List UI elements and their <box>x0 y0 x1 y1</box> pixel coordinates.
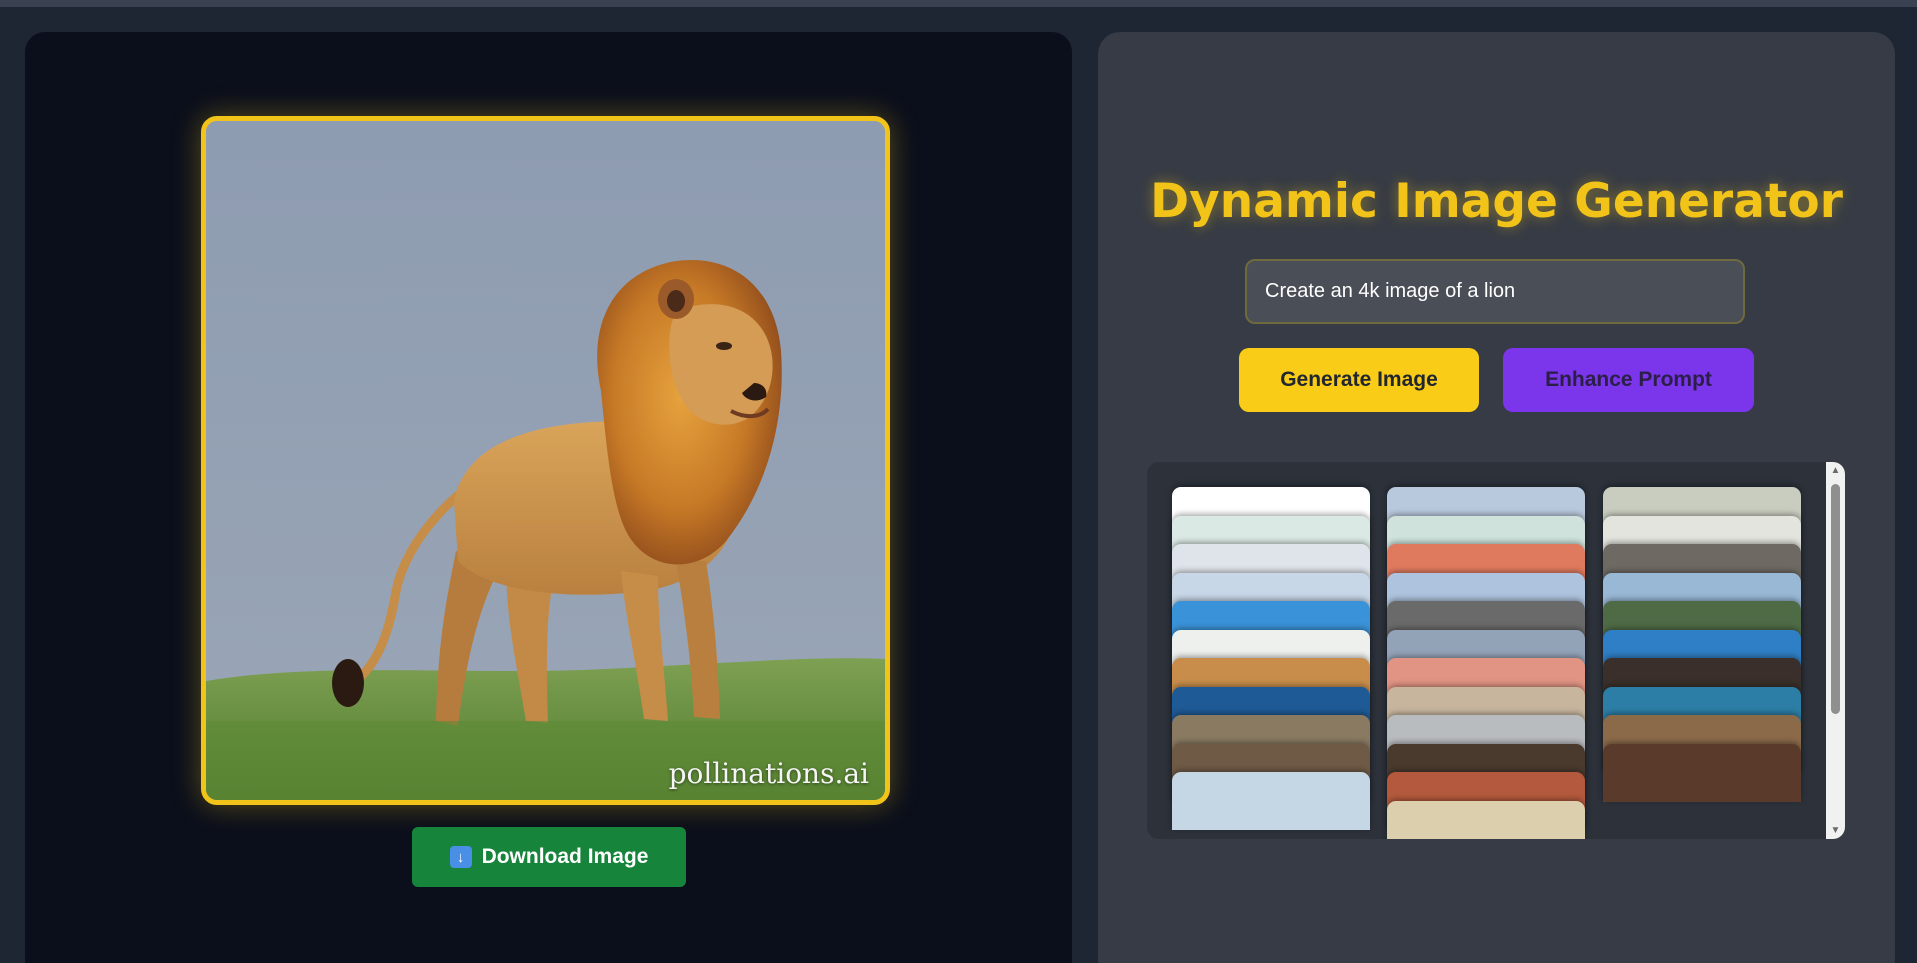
download-button-label: Download Image <box>481 845 649 868</box>
gallery-scrollbar[interactable]: ▲ ▼ <box>1826 462 1845 839</box>
scroll-down-arrow-icon[interactable]: ▼ <box>1826 822 1845 839</box>
top-bar <box>0 0 1917 7</box>
generator-panel: Dynamic Image Generator Generate Image E… <box>1098 32 1895 963</box>
scroll-thumb[interactable] <box>1831 484 1840 714</box>
image-gallery: Coreeon DC CONVERTER ▲ ▼ <box>1147 462 1845 839</box>
scroll-up-arrow-icon[interactable]: ▲ <box>1826 462 1845 479</box>
gallery-column: Coreeon <box>1172 462 1370 839</box>
gallery-column: DC CONVERTER <box>1603 462 1801 839</box>
download-arrow-icon: ↓ <box>449 846 472 868</box>
gallery-thumbnail[interactable] <box>1603 743 1801 802</box>
generated-image: pollinations.ai <box>201 116 890 805</box>
generate-image-button[interactable]: Generate Image <box>1239 348 1479 412</box>
gallery-column <box>1387 462 1585 839</box>
gallery-thumbnail[interactable] <box>1387 800 1585 839</box>
gallery-thumbnail[interactable] <box>1172 772 1370 830</box>
image-preview-panel: pollinations.ai ↓ Download Image <box>25 32 1072 963</box>
prompt-input[interactable] <box>1245 259 1745 324</box>
page-title: Dynamic Image Generator <box>1150 174 1843 229</box>
enhance-prompt-button[interactable]: Enhance Prompt <box>1503 348 1754 412</box>
lion-image <box>206 121 885 800</box>
download-image-button[interactable]: ↓ Download Image <box>412 827 686 887</box>
watermark: pollinations.ai <box>668 757 869 790</box>
